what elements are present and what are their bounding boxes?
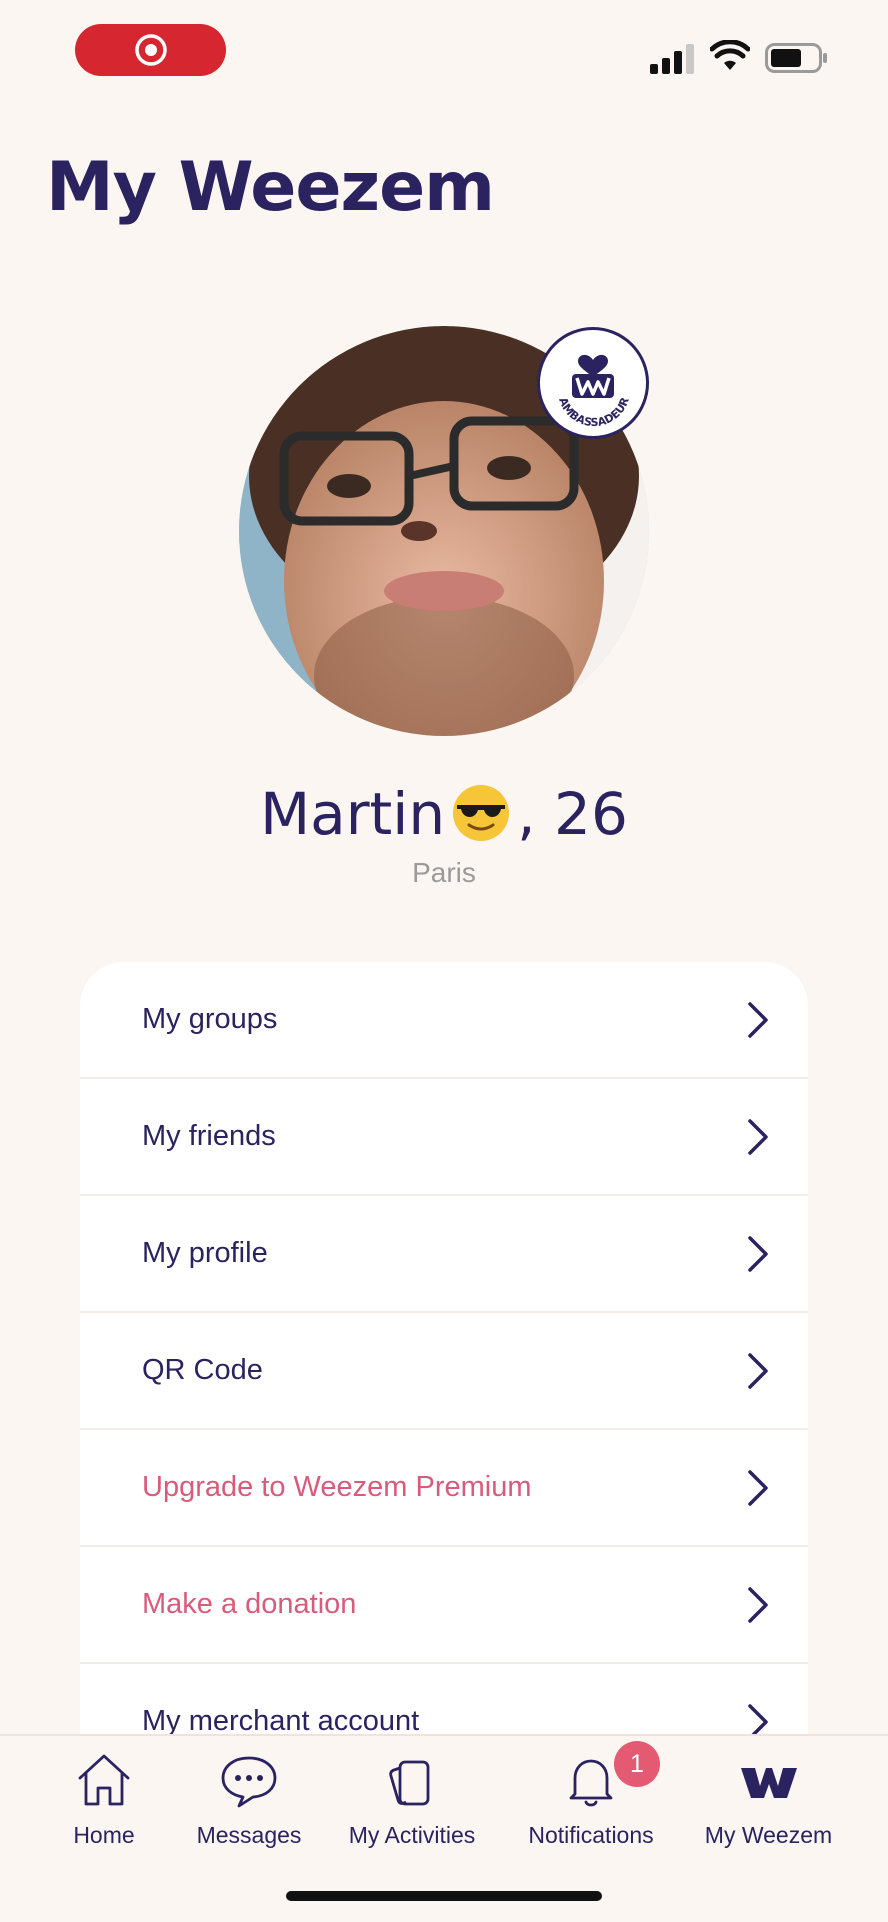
screen-record-icon [134,34,167,66]
cards-icon [389,1760,430,1806]
tab-label: My Weezem [704,1822,833,1848]
chevron-right-icon [748,1586,768,1623]
chevron-right-icon [748,1001,768,1038]
menu-item-my-groups[interactable]: My groups [80,962,808,1079]
wifi-icon [710,40,750,70]
ambassador-badge: AMBASSADEUR [537,327,649,439]
tab-label: Notifications [528,1822,654,1848]
tab-label: My Activities [348,1822,476,1848]
menu-item-label: My friends [142,1120,276,1152]
tab-label: Home [73,1822,135,1848]
sunglasses-emoji-icon [453,784,510,841]
menu-item-label: My groups [142,1003,278,1035]
home-icon [78,1754,130,1806]
chevron-right-icon [748,1118,768,1155]
battery-icon [765,43,827,73]
menu-item-label: QR Code [142,1354,263,1386]
weezem-logo-icon [740,1768,797,1798]
chevron-right-icon [748,1469,768,1506]
menu-item-label: Upgrade to Weezem Premium [142,1471,532,1503]
screen-record-indicator[interactable] [75,24,226,76]
tab-my-weezem[interactable]: My Weezem [697,1750,840,1860]
chevron-right-icon [748,1235,768,1272]
menu-item-qr-code[interactable]: QR Code [80,1313,808,1430]
tab-messages[interactable]: Messages [185,1750,313,1860]
profile-city: Paris [412,857,476,888]
notification-count-badge: 1 [614,1741,660,1787]
tab-label: Messages [196,1822,302,1848]
menu-item-upgrade-premium[interactable]: Upgrade to Weezem Premium [80,1430,808,1547]
profile-name: Martin , 26 [0,778,888,853]
bell-icon [569,1759,613,1807]
menu-item-my-friends[interactable]: My friends [80,1079,808,1196]
chat-bubble-icon [221,1756,277,1808]
menu-item-label: My profile [142,1237,268,1269]
profile-age: , 26 [517,780,628,848]
menu-item-make-donation[interactable]: Make a donation [80,1547,808,1664]
home-indicator[interactable] [286,1891,602,1901]
profile-first-name: Martin [260,780,446,848]
menu-item-label: Make a donation [142,1588,357,1620]
ambassador-badge-icon: AMBASSADEUR [556,354,632,429]
cellular-signal-icon [650,44,694,74]
svg-text:AMBASSADEUR: AMBASSADEUR [556,395,632,429]
profile-menu: My groups My friends My profile QR Code … [80,962,808,1742]
chevron-right-icon [748,1352,768,1389]
page-title: My Weezem [46,148,495,227]
status-bar [0,0,888,100]
tab-home[interactable]: Home [58,1750,150,1860]
menu-item-my-profile[interactable]: My profile [80,1196,808,1313]
menu-item-merchant-account[interactable]: My merchant account [80,1664,808,1742]
tab-my-activities[interactable]: My Activities [337,1750,487,1860]
